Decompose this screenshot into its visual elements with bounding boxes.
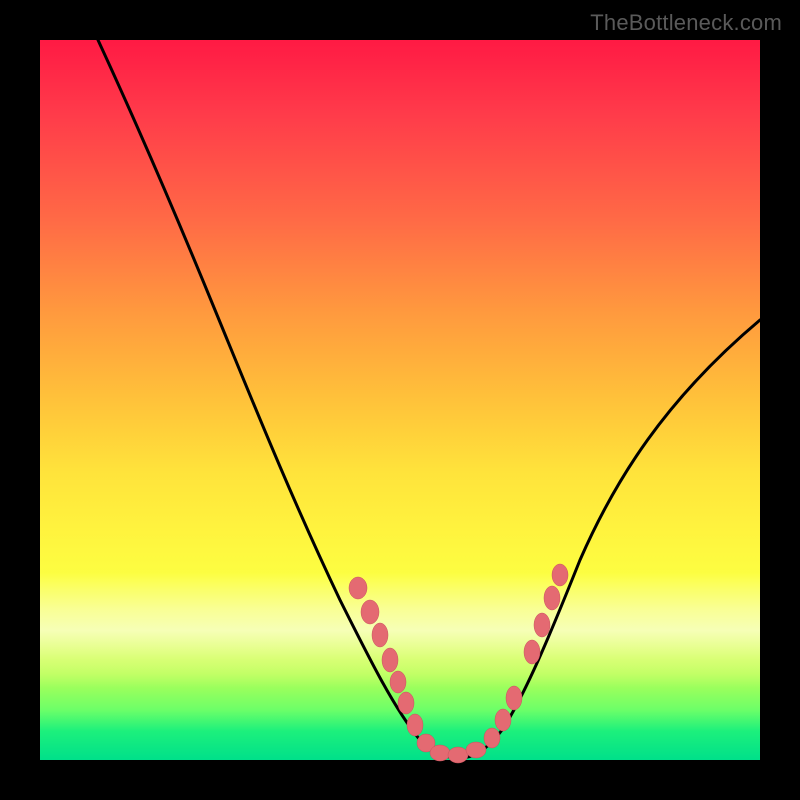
marker-dot — [349, 577, 367, 599]
marker-dot — [398, 692, 414, 714]
marker-dot — [484, 728, 500, 748]
watermark-text: TheBottleneck.com — [590, 10, 782, 36]
marker-dot — [524, 640, 540, 664]
bottleneck-curve — [40, 40, 760, 760]
marker-dot — [390, 671, 406, 693]
plot-area — [40, 40, 760, 760]
marker-dot — [407, 714, 423, 736]
chart-frame: TheBottleneck.com — [0, 0, 800, 800]
marker-group-right — [484, 564, 568, 748]
curve-path — [98, 40, 760, 758]
marker-dot — [382, 648, 398, 672]
marker-group-left — [349, 577, 435, 752]
marker-dot — [495, 709, 511, 731]
marker-dot — [361, 600, 379, 624]
marker-group-bottom — [430, 742, 486, 763]
marker-dot — [466, 742, 486, 758]
marker-dot — [544, 586, 560, 610]
marker-dot — [448, 747, 468, 763]
marker-dot — [506, 686, 522, 710]
marker-dot — [534, 613, 550, 637]
marker-dot — [372, 623, 388, 647]
marker-dot — [552, 564, 568, 586]
marker-dot — [430, 745, 450, 761]
